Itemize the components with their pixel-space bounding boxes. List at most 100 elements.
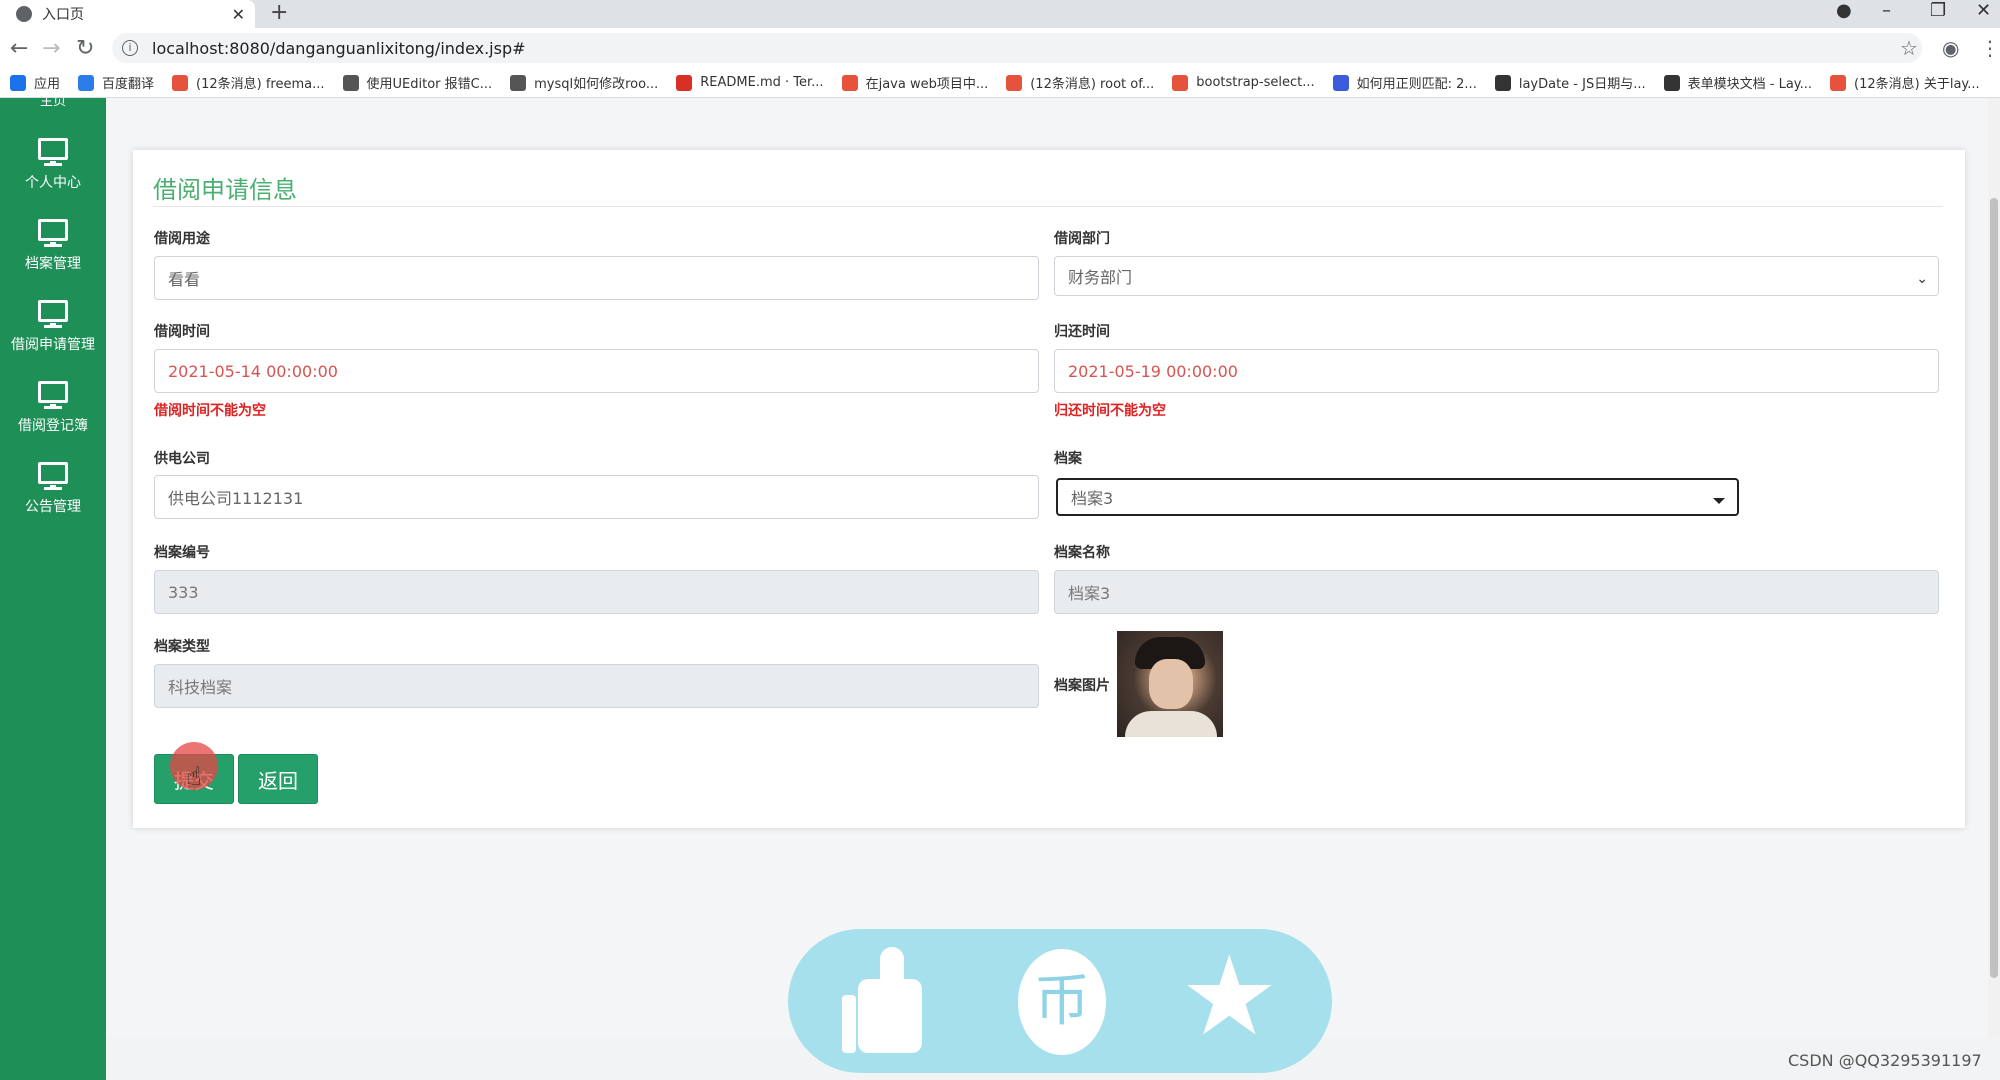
company-value: 供电公司1112131 <box>168 489 304 508</box>
bookmark-item[interactable]: 百度翻译 <box>78 73 154 92</box>
close-tab-icon[interactable]: ✕ <box>232 5 245 24</box>
return-time-error: 归还时间不能为空 <box>1054 403 1166 419</box>
bookmark-label: 表单模块文档 - Lay... <box>1687 77 1813 92</box>
bookmark-item[interactable]: 使用UEditor 报错C... <box>342 73 493 92</box>
monitor-icon <box>38 300 68 328</box>
monitor-icon <box>38 138 68 166</box>
bookmark-favicon-icon <box>1172 74 1189 91</box>
sidebar-item-borrow-register[interactable]: 借阅登记簿 <box>0 381 106 435</box>
archive-label: 档案 <box>1054 451 1082 467</box>
bookmark-label: 应用 <box>34 77 61 92</box>
borrow-time-value: 2021-05-14 00:00:00 <box>168 361 338 381</box>
hand-cursor-icon: ☝ <box>186 762 202 792</box>
back-arrow-icon[interactable]: ← <box>10 36 28 61</box>
sidebar-item-archive-management[interactable]: 档案管理 <box>0 219 106 273</box>
bookmark-item[interactable]: 应用 <box>10 73 60 92</box>
bookmark-label: (12条消息) 关于lay... <box>1854 77 1980 92</box>
bookmark-favicon-icon <box>841 74 858 91</box>
bookmark-label: 百度翻译 <box>102 77 155 92</box>
sidebar-item-label: 借阅登记簿 <box>18 418 88 434</box>
restore-icon[interactable]: ❐ <box>1930 0 1946 28</box>
chevron-down-icon: ⌄ <box>1916 271 1928 287</box>
forward-arrow-icon[interactable]: → <box>42 36 60 61</box>
info-icon[interactable]: i <box>122 40 138 56</box>
apps-grid-icon <box>10 74 26 91</box>
watermark: CSDN @QQ3295391197 <box>1788 1051 1982 1070</box>
bookmark-item[interactable]: 如何用正则匹配: 2... <box>1332 73 1477 92</box>
archive-value: 档案3 <box>1071 489 1114 508</box>
sidebar-item-personal-center[interactable]: 个人中心 <box>0 138 106 192</box>
monitor-icon <box>38 219 68 247</box>
bookmark-label: mysql如何修改roo... <box>534 77 659 92</box>
close-window-icon[interactable]: ✕ <box>1976 0 1991 28</box>
bookmark-label: 如何用正则匹配: 2... <box>1356 77 1477 92</box>
bookmark-item[interactable]: bootstrap-select... <box>1172 74 1315 91</box>
archive-no-input: 333 <box>154 570 1039 614</box>
archive-select[interactable]: 档案3 <box>1056 478 1739 516</box>
profile-menu-icon[interactable]: ● <box>1836 0 1852 28</box>
archive-type-input: 科技档案 <box>154 664 1039 708</box>
department-value: 财务部门 <box>1068 268 1133 287</box>
bookmark-item[interactable]: 在java web项目中... <box>841 73 989 92</box>
minimize-icon[interactable]: – <box>1882 0 1891 28</box>
browser-tab[interactable]: 入口页 ✕ <box>0 0 255 28</box>
bookmark-item[interactable]: mysql如何修改roo... <box>510 73 658 92</box>
department-label: 借阅部门 <box>1054 231 1110 247</box>
sidebar-item-home-partial[interactable]: 主页 <box>0 98 106 109</box>
sidebar-item-label: 借阅申请管理 <box>11 337 95 353</box>
monitor-icon <box>38 381 68 409</box>
archive-no-label: 档案编号 <box>154 545 210 561</box>
bookmark-favicon-icon <box>1494 74 1511 91</box>
reload-icon[interactable]: ↻ <box>76 36 94 61</box>
coin-icon[interactable]: 币 <box>1018 949 1106 1055</box>
back-button[interactable]: 返回 <box>238 754 318 804</box>
account-icon[interactable]: ◉ <box>1942 36 1959 60</box>
page-title: 借阅申请信息 <box>153 176 297 204</box>
bookmark-item[interactable]: layDate - JS日期与... <box>1494 73 1646 92</box>
purpose-input[interactable]: 看看 <box>154 256 1039 300</box>
tab-title: 入口页 <box>42 7 84 23</box>
bookmark-label: (12条消息) root of... <box>1030 77 1155 92</box>
bookmark-favicon-icon <box>1663 74 1680 91</box>
borrow-time-input[interactable]: 2021-05-14 00:00:00 <box>154 349 1039 393</box>
return-time-input[interactable]: 2021-05-19 00:00:00 <box>1054 349 1939 393</box>
caret-down-icon <box>1713 498 1725 504</box>
sidebar-item-label: 档案管理 <box>25 256 81 272</box>
bookmark-item[interactable]: (12条消息) 关于lay... <box>1830 73 1980 92</box>
menu-kebab-icon[interactable]: ⋮ <box>1980 36 2000 60</box>
archive-image-label: 档案图片 <box>1054 678 1110 694</box>
borrow-time-error: 借阅时间不能为空 <box>154 403 266 419</box>
address-bar[interactable]: i localhost:8080/danganguanlixitong/inde… <box>112 33 1922 63</box>
bookmark-favicon-icon <box>172 74 189 91</box>
sidebar-item-announcements[interactable]: 公告管理 <box>0 462 106 516</box>
new-tab-button[interactable]: + <box>270 0 288 28</box>
bookmark-item[interactable]: README.md · Ter... <box>676 74 824 91</box>
tab-strip: 入口页 ✕ + ● – ❐ ✕ <box>0 0 2000 28</box>
bookmark-label: 使用UEditor 报错C... <box>366 77 493 92</box>
monitor-icon <box>38 462 68 490</box>
company-label: 供电公司 <box>154 451 210 467</box>
bookmark-label: 在java web项目中... <box>865 77 989 92</box>
bookmark-star-icon[interactable]: ☆ <box>1900 36 1918 60</box>
purpose-value: 看看 <box>168 270 201 289</box>
scrollbar[interactable] <box>1988 98 2000 1038</box>
sidebar-item-label: 个人中心 <box>25 175 81 191</box>
bookmark-favicon-icon <box>1830 74 1847 91</box>
return-time-label: 归还时间 <box>1054 324 1110 340</box>
bookmark-label: bootstrap-select... <box>1196 75 1315 90</box>
purpose-label: 借阅用途 <box>154 231 210 247</box>
bookmark-favicon-icon <box>676 74 693 91</box>
bookmark-item[interactable]: (12条消息) root of... <box>1006 73 1154 92</box>
sidebar-item-label: 公告管理 <box>25 499 81 515</box>
department-select[interactable]: 财务部门 ⌄ <box>1054 256 1939 296</box>
globe-icon <box>16 6 32 22</box>
star-icon[interactable]: ★ <box>1180 941 1279 1051</box>
company-input[interactable]: 供电公司1112131 <box>154 475 1039 519</box>
bookmark-item[interactable]: (12条消息) freema... <box>172 73 325 92</box>
scrollbar-thumb[interactable] <box>1990 198 1998 978</box>
sidebar-item-borrow-requests[interactable]: 借阅申请管理 <box>0 300 106 354</box>
archive-name-value: 档案3 <box>1068 584 1111 603</box>
bookmark-item[interactable]: 表单模块文档 - Lay... <box>1663 73 1813 92</box>
bookmark-label: README.md · Ter... <box>700 75 824 90</box>
bookmarks-bar: 应用 百度翻译 (12条消息) freema... 使用UEditor 报错C... m… <box>0 68 2000 98</box>
